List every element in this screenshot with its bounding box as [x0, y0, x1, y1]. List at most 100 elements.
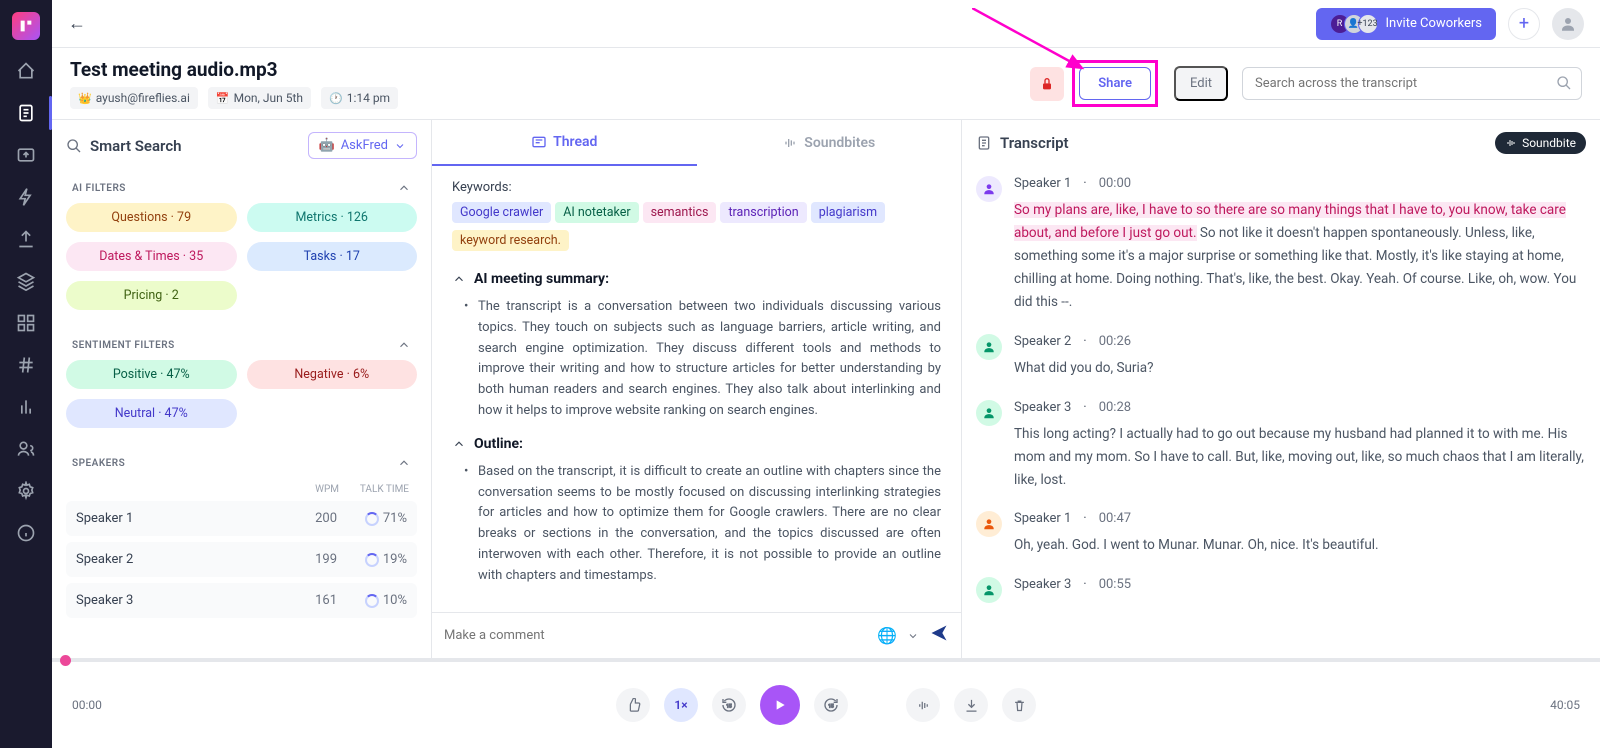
upload-icon[interactable] — [15, 228, 37, 250]
tab-thread[interactable]: Thread — [432, 120, 697, 166]
thumbs-up-button[interactable] — [616, 688, 650, 722]
keyword-chip[interactable]: AI notetaker — [555, 202, 638, 223]
grid-icon[interactable] — [15, 312, 37, 334]
edit-button[interactable]: Edit — [1174, 66, 1228, 101]
speaker-avatar — [976, 577, 1002, 603]
transcript-speaker: Speaker 1 — [1014, 176, 1071, 191]
avatar-stack: R 👤 +123 — [1330, 14, 1378, 34]
speaker-avatar — [976, 511, 1002, 537]
chevron-down-icon[interactable] — [907, 630, 919, 642]
lock-button[interactable] — [1030, 67, 1064, 101]
summary-text: The transcript is a conversation between… — [478, 297, 941, 422]
comment-input[interactable] — [444, 628, 867, 643]
keyword-chip[interactable]: plagiarism — [811, 202, 885, 223]
sentiment-chip[interactable]: Positive · 47% — [66, 360, 237, 389]
speaker-row[interactable]: Speaker 219919% — [66, 542, 417, 577]
delete-button[interactable] — [1002, 688, 1036, 722]
talktime-col-header: TALK TIME — [339, 484, 409, 495]
team-icon[interactable] — [15, 438, 37, 460]
globe-icon[interactable]: 🌐 — [877, 626, 897, 645]
add-button[interactable]: + — [1508, 8, 1540, 40]
search-input[interactable] — [1242, 67, 1582, 100]
wpm-col-header: WPM — [289, 484, 339, 495]
chevron-up-icon — [397, 338, 411, 352]
comment-bar: 🌐 — [432, 612, 961, 658]
soundbite-button[interactable]: Soundbite — [1495, 132, 1586, 154]
owner-chip[interactable]: 👑ayush@fireflies.ai — [70, 87, 198, 109]
filter-chip[interactable]: Questions · 79 — [66, 203, 237, 232]
keyword-chip[interactable]: Google crawler — [452, 202, 551, 223]
download-button[interactable] — [954, 688, 988, 722]
settings-icon[interactable] — [15, 480, 37, 502]
share-button[interactable]: Share — [1079, 67, 1151, 100]
profile-avatar[interactable] — [1552, 8, 1584, 40]
invite-coworkers-button[interactable]: R 👤 +123 Invite Coworkers — [1316, 8, 1496, 40]
search-transcript — [1242, 67, 1582, 100]
keyword-chip[interactable]: transcription — [720, 202, 806, 223]
progress-bar[interactable] — [52, 659, 1600, 662]
time-chip[interactable]: 🕐1:14 pm — [321, 87, 398, 109]
chevron-up-icon — [397, 456, 411, 470]
sentiment-chip[interactable]: Neutral · 47% — [66, 399, 237, 428]
bolt-icon[interactable] — [15, 186, 37, 208]
rewind-button[interactable]: 15 — [712, 688, 746, 722]
hash-icon[interactable] — [15, 354, 37, 376]
progress-handle[interactable] — [60, 655, 71, 666]
transcript-block[interactable]: Speaker 1·00:47Oh, yeah. God. I went to … — [962, 501, 1600, 567]
speakers-heading[interactable]: SPEAKERS — [66, 446, 417, 478]
analytics-icon[interactable] — [15, 396, 37, 418]
invite-label: Invite Coworkers — [1386, 16, 1482, 31]
transcript-title: Transcript — [976, 134, 1069, 152]
speaker-row[interactable]: Speaker 120071% — [66, 501, 417, 536]
summary-heading[interactable]: AI meeting summary: — [452, 271, 941, 287]
filter-chip[interactable]: Metrics · 126 — [247, 203, 418, 232]
app-logo[interactable] — [12, 12, 40, 40]
keyword-chip[interactable]: keyword research. — [452, 230, 569, 251]
keyword-chip[interactable]: semantics — [643, 202, 717, 223]
outline-heading[interactable]: Outline: — [452, 436, 941, 452]
sentiment-heading[interactable]: SENTIMENT FILTERS — [66, 328, 417, 360]
current-time: 00:00 — [72, 698, 132, 712]
send-button[interactable] — [929, 623, 949, 648]
svg-text:15: 15 — [726, 704, 732, 710]
meeting-header: Test meeting audio.mp3 👑ayush@fireflies.… — [52, 48, 1600, 119]
filter-chip[interactable]: Dates & Times · 35 — [66, 242, 237, 271]
transcript-speaker: Speaker 3 — [1014, 577, 1071, 592]
keywords-label: Keywords: — [452, 180, 941, 195]
sentiment-chip[interactable]: Negative · 6% — [247, 360, 418, 389]
transcript-block[interactable]: Speaker 2·00:26What did you do, Suria? — [962, 324, 1600, 390]
topbar: ← R 👤 +123 Invite Coworkers + — [52, 0, 1600, 48]
left-nav-rail — [0, 0, 52, 748]
document-icon[interactable] — [15, 102, 37, 124]
back-button[interactable]: ← — [68, 13, 86, 34]
layers-icon[interactable] — [15, 270, 37, 292]
forward-button[interactable]: 15 — [814, 688, 848, 722]
home-icon[interactable] — [15, 60, 37, 82]
transcript-speaker: Speaker 1 — [1014, 511, 1071, 526]
transcript-block[interactable]: Speaker 1·00:00So my plans are, like, I … — [962, 166, 1600, 324]
waveform-button[interactable] — [906, 688, 940, 722]
transcript-text: This long acting? I actually had to go o… — [1014, 423, 1586, 492]
play-button[interactable] — [760, 685, 800, 725]
transcript-time: 00:28 — [1099, 400, 1131, 415]
speaker-row[interactable]: Speaker 316110% — [66, 583, 417, 618]
info-icon[interactable] — [15, 522, 37, 544]
transcript-text: What did you do, Suria? — [1014, 357, 1586, 380]
askfred-button[interactable]: 🤖AskFred — [308, 132, 418, 159]
speed-button[interactable]: 1× — [664, 688, 698, 722]
transcript-block[interactable]: Speaker 3·00:28This long acting? I actua… — [962, 390, 1600, 502]
upload-box-icon[interactable] — [15, 144, 37, 166]
date-chip[interactable]: 📅Mon, Jun 5th — [208, 87, 311, 109]
speaker-avatar — [976, 334, 1002, 360]
filter-chip[interactable]: Pricing · 2 — [66, 281, 237, 310]
filter-chip[interactable]: Tasks · 17 — [247, 242, 418, 271]
tab-soundbites[interactable]: Soundbites — [697, 120, 962, 166]
transcript-text: So my plans are, like, I have to so ther… — [1014, 199, 1586, 314]
speaker-avatar — [976, 176, 1002, 202]
transcript-block[interactable]: Speaker 3·00:55 — [962, 567, 1600, 613]
ai-filters-heading[interactable]: AI FILTERS — [66, 171, 417, 203]
transcript-time: 00:26 — [1099, 334, 1131, 349]
total-time: 40:05 — [1520, 698, 1580, 712]
audio-player: 00:00 1× 15 15 — [52, 658, 1600, 748]
search-icon — [1556, 75, 1572, 95]
